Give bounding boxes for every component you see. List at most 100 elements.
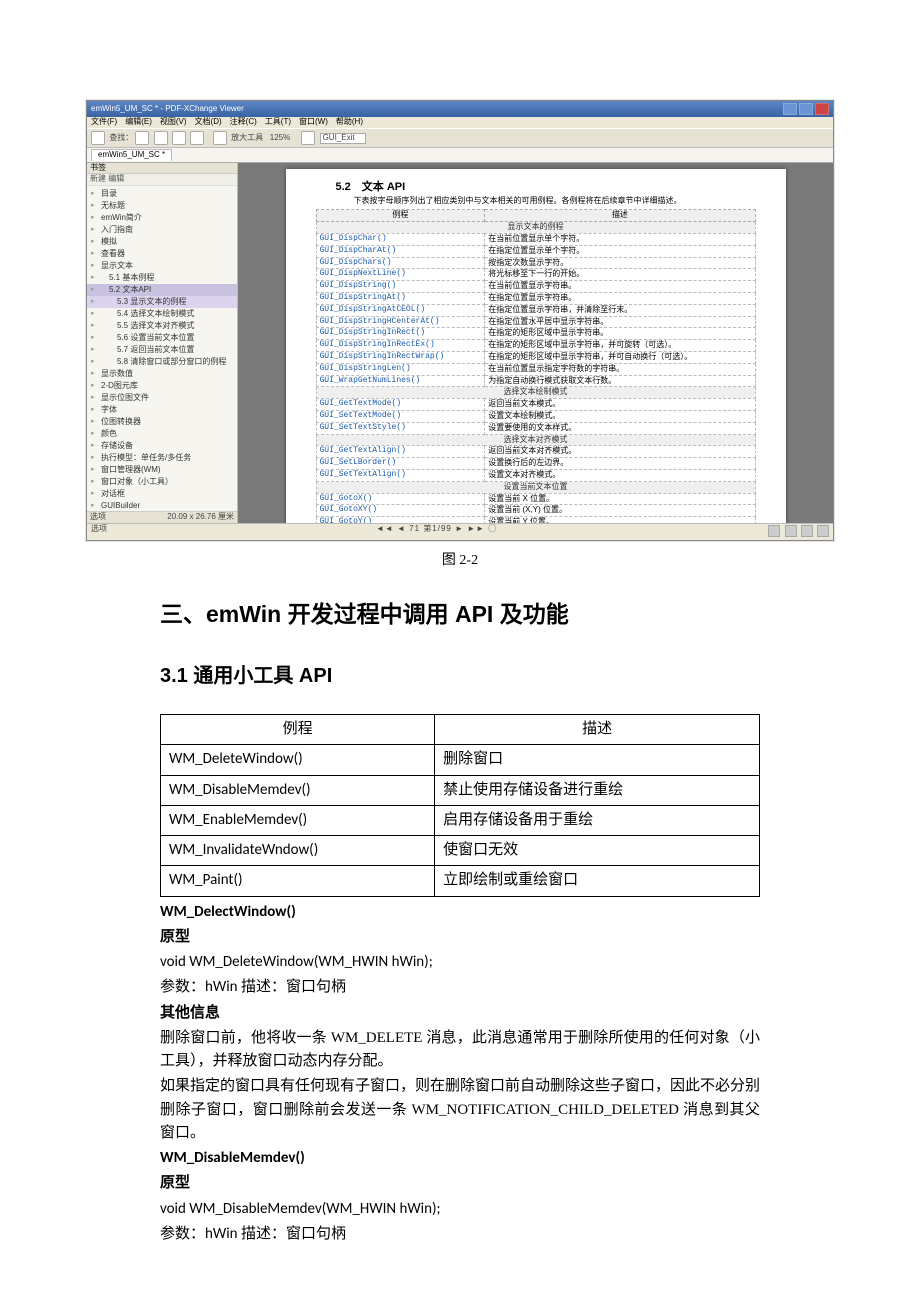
bookmark-node[interactable]: 5.8 清除窗口或部分窗口的例程 <box>87 356 237 368</box>
search-icon[interactable] <box>301 131 315 145</box>
api-fn-cell: GUI_GetTextMode() <box>316 399 485 411</box>
table-row: 显示文本的例程 <box>316 222 755 234</box>
para-1a: 删除窗口前，他将收一条 WM_DELETE 消息，此消息通常用于删除所使用的任何… <box>160 1027 760 1074</box>
zoom-tool-label: 放大工具 <box>231 133 263 142</box>
window-title: emWin5_UM_SC * - PDF-XChange Viewer <box>91 105 244 114</box>
bookmark-node[interactable]: 目录 <box>87 188 237 200</box>
api-desc-cell: 将光标移至下一行的开始。 <box>485 269 755 281</box>
save-icon[interactable] <box>135 131 149 145</box>
bookmark-node[interactable]: 存储设备 <box>87 440 237 452</box>
bookmark-node[interactable]: 位图转换器 <box>87 416 237 428</box>
table-row: 选择文本对齐模式 <box>316 434 755 446</box>
bookmark-node[interactable]: 查看器 <box>87 248 237 260</box>
document-tab[interactable]: emWin5_UM_SC * <box>91 149 172 161</box>
api-desc-cell: 返回当前文本模式。 <box>485 399 755 411</box>
bookmark-node[interactable]: 显示数值 <box>87 368 237 380</box>
bookmark-node[interactable]: 模拟 <box>87 236 237 248</box>
api-fn-cell: GUI_DispStringAtCEOL() <box>316 304 485 316</box>
api-desc-cell: 为指定自动换行模式获取文本行数。 <box>485 375 755 387</box>
bookmark-node[interactable]: 5.5 选择文本对齐模式 <box>87 320 237 332</box>
sidebar-footer-left[interactable]: 选项 <box>90 512 106 521</box>
ex-fn-cell: WM_DisableMemdev() <box>161 775 435 805</box>
table-row: GUI_DispNextLine()将光标移至下一行的开始。 <box>316 269 755 281</box>
heading-section-3: 三、emWin 开发过程中调用 API 及功能 <box>160 597 760 633</box>
bookmark-node[interactable]: 5.4 选择文本绘制模式 <box>87 308 237 320</box>
bookmark-node[interactable]: 5.3 显示文本的例程 <box>87 296 237 308</box>
table-row: WM_Paint()立即绘制或重绘窗口 <box>161 866 760 896</box>
table-row: GUI_WrapGetNumLines()为指定自动换行模式获取文本行数。 <box>316 375 755 387</box>
menu-item[interactable]: 注释(C) <box>230 117 257 126</box>
layout-single-icon[interactable] <box>768 525 780 537</box>
bookmark-node[interactable]: 入门指南 <box>87 224 237 236</box>
api-fn-cell: GUI_DispStringHCenterAt() <box>316 316 485 328</box>
ex-desc-cell: 立即绘制或重绘窗口 <box>435 866 760 896</box>
status-left[interactable]: 选项 <box>91 525 107 540</box>
table-row: GUI_DispStringInRectWrap()在指定的矩形区域中显示字符串… <box>316 352 755 364</box>
status-right-icons <box>766 525 829 540</box>
api-section-row: 选择文本对齐模式 <box>316 434 755 446</box>
bookmark-node[interactable]: 5.6 设置当前文本位置 <box>87 332 237 344</box>
page-view: 5.2 文本 API 下表按字母顺序列出了相应类别中与文本相关的可用例程。各例程… <box>238 163 833 523</box>
bookmark-node[interactable]: 5.1 基本例程 <box>87 272 237 284</box>
bookmark-node[interactable]: 无标题 <box>87 200 237 212</box>
menu-item[interactable]: 文件(F) <box>91 117 117 126</box>
api-fn-cell: GUI_DispStringInRect() <box>316 328 485 340</box>
api-desc-cell: 按指定次数显示字符。 <box>485 257 755 269</box>
menu-item[interactable]: 窗口(W) <box>299 117 328 126</box>
bookmark-node[interactable]: 2-D图元库 <box>87 380 237 392</box>
bookmark-node[interactable]: 显示位图文件 <box>87 392 237 404</box>
table-row: GUI_DispChar()在当前位置显示单个字符。 <box>316 234 755 246</box>
undo-icon[interactable] <box>172 131 186 145</box>
table-row: GUI_SetTextMode()设置文本绘制模式。 <box>316 411 755 423</box>
bookmarks-tree[interactable]: 目录无标题emWin简介入门指南模拟查看器显示文本5.1 基本例程5.2 文本A… <box>87 186 237 511</box>
api-fn-cell: GUI_DispStringLen() <box>316 363 485 375</box>
api-th-routine: 例程 <box>316 210 485 222</box>
table-row: GUI_SetTextAlign()设置文本对齐模式。 <box>316 470 755 482</box>
table-row: WM_EnableMemdev()启用存储设备用于重绘 <box>161 805 760 835</box>
bookmark-node[interactable]: 显示文本 <box>87 260 237 272</box>
maximize-icon[interactable] <box>799 103 813 115</box>
api-fn-cell: GUI_DispStringInRectEx() <box>316 340 485 352</box>
open-icon[interactable] <box>91 131 105 145</box>
proto-heading-2: 原型 <box>160 1172 760 1195</box>
menu-item[interactable]: 文档(D) <box>195 117 222 126</box>
table-row: GUI_DispStringInRect()在指定的矩形区域中显示字符串。 <box>316 328 755 340</box>
close-icon[interactable] <box>815 103 829 115</box>
page-navigator[interactable]: ◄◄ ◄ 71 第1/99 ► ►► ◯ <box>376 525 497 540</box>
api-desc-cell: 在指定的矩形区域中显示字符串，并可旋转（可选）。 <box>485 340 755 352</box>
bookmark-node[interactable]: 字体 <box>87 404 237 416</box>
minimize-icon[interactable] <box>783 103 797 115</box>
redo-icon[interactable] <box>190 131 204 145</box>
zoom-value[interactable]: 125% <box>270 133 290 142</box>
bookmark-node[interactable]: emWin简介 <box>87 212 237 224</box>
layout-facing-icon[interactable] <box>801 525 813 537</box>
bookmark-node[interactable]: 5.7 返回当前文本位置 <box>87 344 237 356</box>
menu-item[interactable]: 视图(V) <box>160 117 187 126</box>
api-desc-cell: 在指定位置显示单个字符。 <box>485 245 755 257</box>
print-icon[interactable] <box>154 131 168 145</box>
heading-section-3-1: 3.1 通用小工具 API <box>160 661 760 692</box>
api-desc-cell: 设置文本对齐模式。 <box>485 470 755 482</box>
bookmark-node[interactable]: 颜色 <box>87 428 237 440</box>
bookmark-node[interactable]: 执行模型：单任务/多任务 <box>87 452 237 464</box>
table-row: 选择文本绘制模式 <box>316 387 755 399</box>
api-desc-cell: 在指定的矩形区域中显示字符串，并可自动换行（可选）。 <box>485 352 755 364</box>
ex-fn-cell: WM_InvalidateWndow() <box>161 836 435 866</box>
bookmark-node[interactable]: 窗口管理器(WM) <box>87 464 237 476</box>
bookmark-node[interactable]: GUIBuilder <box>87 500 237 511</box>
table-row: GUI_GetTextAlign()返回当前文本对齐模式。 <box>316 446 755 458</box>
search-input[interactable]: GUI_Exit <box>320 133 366 144</box>
sidebar-toolbar[interactable]: 新建 编辑 <box>87 174 237 186</box>
zoom-tool-icon[interactable] <box>213 131 227 145</box>
menu-item[interactable]: 编辑(E) <box>125 117 152 126</box>
table-row: GUI_GotoY()设置当前 Y 位置。 <box>316 517 755 523</box>
bookmark-node[interactable]: 对话框 <box>87 488 237 500</box>
api-fn-cell: GUI_DispStringAt() <box>316 293 485 305</box>
table-row: WM_InvalidateWndow()使窗口无效 <box>161 836 760 866</box>
bookmark-node[interactable]: 5.2 文本API <box>87 284 237 296</box>
layout-facing-cont-icon[interactable] <box>817 525 829 537</box>
layout-cont-icon[interactable] <box>785 525 797 537</box>
menu-item[interactable]: 工具(T) <box>265 117 291 126</box>
bookmark-node[interactable]: 窗口对象（小工具） <box>87 476 237 488</box>
menu-item[interactable]: 帮助(H) <box>336 117 363 126</box>
